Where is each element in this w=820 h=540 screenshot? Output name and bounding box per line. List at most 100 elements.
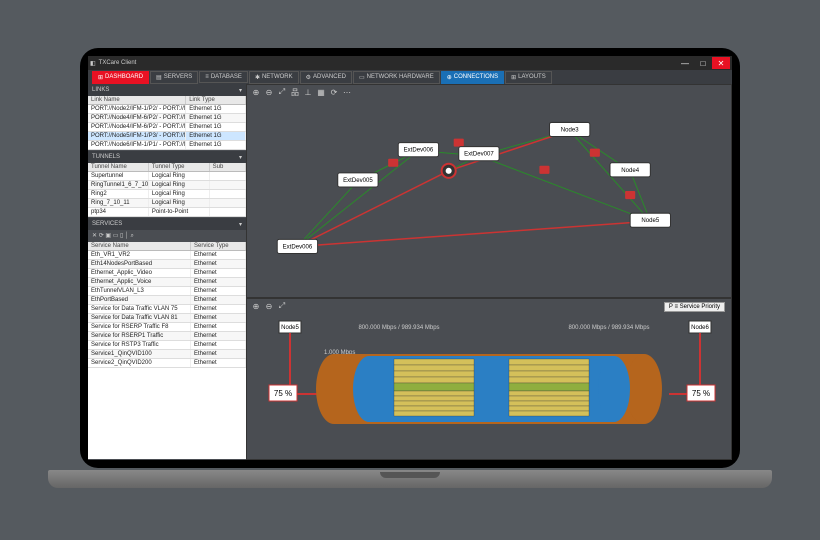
cell: Logical Ring: [149, 181, 210, 189]
menu-connections[interactable]: ⊕CONNECTIONS: [441, 71, 504, 84]
col-header[interactable]: Tunnel Type: [149, 163, 210, 171]
col-header[interactable]: Service Name: [88, 242, 191, 250]
table-row[interactable]: Eth14NodesPortBasedEthernet: [88, 260, 246, 269]
app-title: TXCare Client: [99, 60, 137, 66]
zoom-out-icon[interactable]: ⊖: [264, 301, 274, 311]
links-grid[interactable]: Link NameLink TypePORT://Node2/IFM-1/P2/…: [88, 96, 246, 150]
table-row[interactable]: EthPortBasedEthernet: [88, 296, 246, 305]
fit-icon[interactable]: ⤢: [277, 301, 287, 311]
cell: Service for RSTP3 Traffic: [88, 341, 191, 349]
fit-icon[interactable]: ⤢: [277, 87, 287, 97]
cell: Ethernet_Applic_Voice: [88, 278, 191, 286]
table-row[interactable]: PORT://Node5/IFM-1/P3/ - PORT://N...Ethe…: [88, 132, 246, 141]
zoom-in-icon[interactable]: ⊕: [251, 301, 261, 311]
cell: Service2_QinQVID200: [88, 359, 191, 367]
topology-node[interactable]: Node3: [550, 122, 590, 136]
cell: Ring2: [88, 190, 149, 198]
refresh-icon[interactable]: ⟳: [329, 87, 339, 97]
menu-hardware[interactable]: ▭NETWORK HARDWARE: [353, 71, 440, 84]
table-row[interactable]: PORT://Node6/IFM-1/P1/ - PORT://Nod...Et…: [88, 141, 246, 150]
table-row[interactable]: PORT://Node4/IFM-6/P2/ - PORT://Node...E…: [88, 114, 246, 123]
maximize-button[interactable]: □: [694, 57, 712, 69]
menu-network[interactable]: ✱NETWORK: [249, 71, 299, 84]
col-header[interactable]: Link Name: [88, 96, 186, 104]
col-header[interactable]: Service Type: [191, 242, 246, 250]
table-row[interactable]: Service for RSTP3 TrafficEthernet: [88, 341, 246, 350]
svg-text:ExtDev007: ExtDev007: [464, 152, 494, 158]
topology-view[interactable]: ⊕ ⊖ ⤢ 品 ⊥ ▦ ⟳ ⋯: [246, 84, 732, 298]
zoom-in-icon[interactable]: ⊕: [251, 87, 261, 97]
cell: [210, 172, 246, 180]
toolbar-icon[interactable]: ✕ ⟳ ▣ ▭ ▯ │ ⌕: [92, 232, 134, 240]
cell: Ring_7_10_11: [88, 199, 149, 207]
services-grid[interactable]: Service NameService TypeEth_VR1_VR2Ether…: [88, 242, 246, 459]
menu-label: DATABASE: [211, 74, 242, 80]
table-row[interactable]: Service for RSERP Traffic F8Ethernet: [88, 323, 246, 332]
cell: PORT://Node2/IFM-1/P2/ - PORT://Node...: [88, 105, 186, 113]
menu-layouts[interactable]: ⊞LAYOUTS: [505, 71, 552, 84]
hardware-icon: ▭: [359, 74, 365, 81]
topology-node[interactable]: Node5: [630, 213, 670, 227]
table-row[interactable]: Service1_QinQVID100Ethernet: [88, 350, 246, 359]
table-row[interactable]: Ethernet_Applic_VideoEthernet: [88, 269, 246, 278]
zoom-out-icon[interactable]: ⊖: [264, 87, 274, 97]
table-row[interactable]: Ring_7_10_11Logical Ring: [88, 199, 246, 208]
table-row[interactable]: Ring2Logical Ring: [88, 190, 246, 199]
more-icon[interactable]: ⋯: [342, 87, 352, 97]
table-row[interactable]: Eth_VR1_VR2Ethernet: [88, 251, 246, 260]
svg-text:Node6: Node6: [691, 325, 709, 331]
cell: Eth14NodesPortBased: [88, 260, 191, 268]
table-row[interactable]: Service for Data Traffic VLAN 81Ethernet: [88, 314, 246, 323]
menu-advanced[interactable]: ⚙ADVANCED: [300, 71, 352, 84]
topology-node[interactable]: ExtDev005: [338, 173, 378, 187]
layout-icon[interactable]: 品: [290, 87, 300, 97]
topology-toolbar: ⊕ ⊖ ⤢ 品 ⊥ ▦ ⟳ ⋯: [251, 87, 352, 97]
cell: Ethernet: [191, 350, 246, 358]
cell: [210, 181, 246, 189]
close-button[interactable]: ✕: [712, 57, 730, 69]
panel-toggle-icon[interactable]: ▾: [239, 87, 242, 94]
table-row[interactable]: Service for Data Traffic VLAN 75Ethernet: [88, 305, 246, 314]
table-row[interactable]: Ethernet_Applic_VoiceEthernet: [88, 278, 246, 287]
table-row[interactable]: Service for RSERP1 TrafficEthernet: [88, 332, 246, 341]
app-window: ◧ TXCare Client — □ ✕ ⊞DASHBOARD ▤SERVER…: [88, 56, 732, 460]
database-icon: ≡: [205, 74, 209, 80]
cell: Ethernet: [191, 359, 246, 367]
svg-text:ExtDev006: ExtDev006: [283, 244, 313, 250]
cell: Ethernet: [191, 296, 246, 304]
table-row[interactable]: PORT://Node4/IFM-6/P2/ - PORT://Node...E…: [88, 123, 246, 132]
table-row[interactable]: Service2_QinQVID200Ethernet: [88, 359, 246, 368]
cell: EthTunnelVLAN_L3: [88, 287, 191, 295]
minimize-button[interactable]: —: [676, 57, 694, 69]
menu-label: SERVERS: [164, 74, 193, 80]
tunnels-grid[interactable]: Tunnel NameTunnel TypeSubSupertunnelLogi…: [88, 163, 246, 217]
canvas-area: ⊕ ⊖ ⤢ 品 ⊥ ▦ ⟳ ⋯: [246, 84, 732, 460]
col-header[interactable]: Sub: [210, 163, 246, 171]
topology-node[interactable]: ExtDev007: [459, 147, 499, 161]
table-row[interactable]: SupertunnelLogical Ring: [88, 172, 246, 181]
col-header[interactable]: Link Type: [186, 96, 246, 104]
topology-node[interactable]: ExtDev006: [398, 143, 438, 157]
svg-text:Node5: Node5: [641, 218, 659, 224]
grid-icon[interactable]: ▦: [316, 87, 326, 97]
menu-servers[interactable]: ▤SERVERS: [150, 71, 198, 84]
service-priority-button[interactable]: P ≡ Service Priority: [664, 302, 725, 312]
cell: Service for Data Traffic VLAN 75: [88, 305, 191, 313]
table-row[interactable]: ptp34Point-to-Point: [88, 208, 246, 217]
col-header[interactable]: Tunnel Name: [88, 163, 149, 171]
menu-dashboard[interactable]: ⊞DASHBOARD: [92, 71, 149, 84]
table-row[interactable]: RingTunnel1_6_7_10Logical Ring: [88, 181, 246, 190]
menu-label: NETWORK: [262, 74, 293, 80]
menu-database[interactable]: ≡DATABASE: [199, 71, 248, 83]
panel-toggle-icon[interactable]: ▾: [239, 221, 242, 228]
cell: Service for RSERP Traffic F8: [88, 323, 191, 331]
cell: PORT://Node6/IFM-1/P1/ - PORT://Nod...: [88, 141, 186, 149]
topology-node[interactable]: Node4: [610, 163, 650, 177]
table-row[interactable]: PORT://Node2/IFM-1/P2/ - PORT://Node...E…: [88, 105, 246, 114]
utilization-view[interactable]: ⊕ ⊖ ⤢ P ≡ Service Priority 800.000 Mbps …: [246, 298, 732, 460]
tree-icon[interactable]: ⊥: [303, 87, 313, 97]
table-row[interactable]: EthTunnelVLAN_L3Ethernet: [88, 287, 246, 296]
panel-toggle-icon[interactable]: ▾: [239, 154, 242, 161]
cell: Service1_QinQVID100: [88, 350, 191, 358]
topology-node[interactable]: ExtDev006: [277, 239, 317, 253]
